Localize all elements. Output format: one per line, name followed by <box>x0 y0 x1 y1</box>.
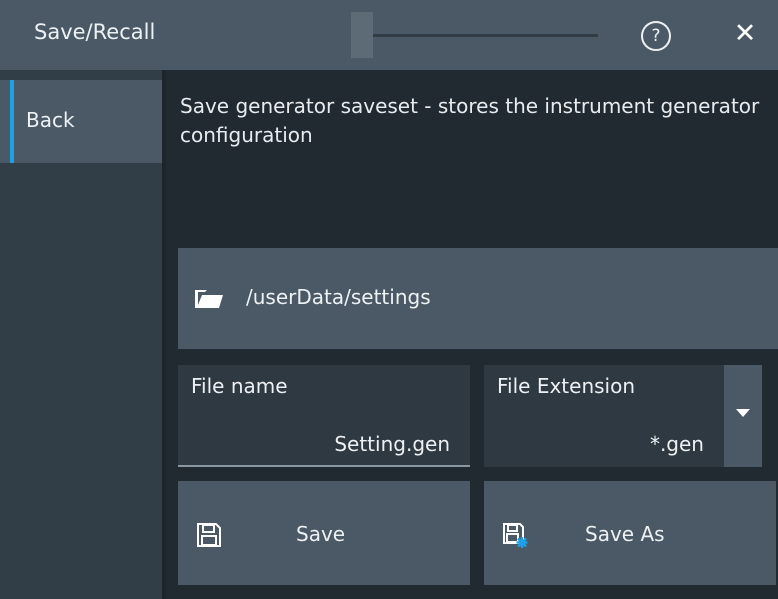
back-label: Back <box>26 108 75 132</box>
save-label: Save <box>296 522 346 546</box>
help-icon[interactable]: ? <box>641 21 671 51</box>
back-button[interactable]: Back <box>0 80 162 163</box>
file-name-underline <box>178 465 470 467</box>
file-extension-dropdown-button[interactable] <box>724 365 762 467</box>
selected-indicator <box>10 80 14 163</box>
folder-open-icon <box>195 290 223 308</box>
save-button[interactable]: Save <box>178 481 470 585</box>
file-name-label: File name <box>191 374 288 398</box>
file-name-value[interactable]: Setting.gen <box>334 432 450 456</box>
window-title: Save/Recall <box>34 20 156 44</box>
file-extension-label: File Extension <box>497 374 636 398</box>
floppy-disk-icon <box>197 523 221 547</box>
title-bar: Save/Recall ? ✕ <box>0 0 778 70</box>
file-name-field[interactable]: File name Setting.gen <box>178 365 470 467</box>
path-selector[interactable]: /userData/settings <box>178 248 778 349</box>
path-text: /userData/settings <box>246 285 431 309</box>
dropdown-arrow-icon <box>736 409 750 417</box>
close-icon[interactable]: ✕ <box>728 15 762 53</box>
save-as-button[interactable]: Save As <box>484 481 776 585</box>
sidebar-divider <box>162 70 166 599</box>
position-slider-track[interactable] <box>370 34 598 37</box>
page-description: Save generator saveset - stores the inst… <box>180 94 760 147</box>
save-as-label: Save As <box>585 522 665 546</box>
file-extension-field[interactable]: File Extension *.gen <box>484 365 724 467</box>
position-slider-handle[interactable] <box>351 12 373 58</box>
floppy-disk-new-icon <box>503 523 528 548</box>
file-extension-value: *.gen <box>649 432 704 456</box>
